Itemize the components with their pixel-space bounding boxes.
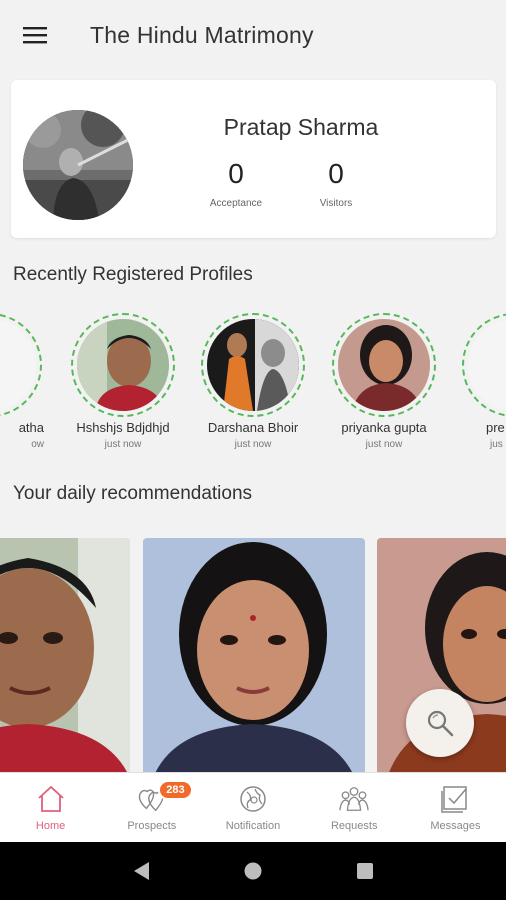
recommendation-card[interactable]	[0, 538, 130, 772]
recommendation-card[interactable]	[143, 538, 365, 772]
acceptance-count: 0	[228, 158, 244, 189]
nav-prospects[interactable]: 283 Prospects	[101, 773, 202, 842]
nav-prospects-label: Prospects	[127, 819, 177, 832]
nav-home-label: Home	[35, 819, 66, 832]
recent-profile-name: priyanka gupta	[341, 420, 427, 435]
recents-button[interactable]	[353, 859, 377, 883]
menu-button[interactable]	[0, 0, 70, 70]
app-title: The Hindu Matrimony	[90, 21, 314, 48]
daily-recommendations-heading: Your daily recommendations	[13, 483, 253, 504]
profile-ring	[71, 313, 175, 417]
profile-photo	[468, 319, 506, 411]
profile-name: Pratap Sharma	[223, 114, 379, 140]
nav-requests[interactable]: Requests	[304, 773, 405, 842]
recent-profile-item[interactable]: priyanka gupta just now	[324, 313, 444, 450]
recent-profiles-heading: Recently Registered Profiles	[13, 264, 253, 285]
recent-profile-item[interactable]: Hshshjs Bdjdhjd just now	[63, 313, 183, 450]
recent-profile-name: Darshana Bhoir	[207, 420, 299, 435]
recent-profile-time: just now	[104, 439, 142, 450]
visitors-label: Visitors	[319, 198, 353, 209]
profile-photo	[0, 319, 36, 411]
back-button[interactable]	[129, 859, 153, 883]
profile-ring	[201, 313, 305, 417]
nav-notification[interactable]: Notification	[202, 773, 303, 842]
nav-requests-label: Requests	[330, 819, 378, 832]
profile-ring	[0, 313, 42, 417]
recent-profiles-carousel[interactable]: atha ow Hshshjs Bdjdhjd just now Darshan…	[0, 313, 506, 463]
profile-ring	[462, 313, 506, 417]
back-triangle-icon	[134, 862, 149, 880]
visitors-stat[interactable]: 0 Visitors	[291, 158, 381, 209]
app-screen: The Hindu Matrimony Pratap Sharma 0 Acce…	[0, 0, 506, 900]
nav-messages-label: Messages	[430, 819, 481, 832]
home-icon	[36, 784, 66, 814]
top-app-bar: The Hindu Matrimony	[0, 0, 506, 70]
profile-ring	[332, 313, 436, 417]
recent-profile-item[interactable]: atha ow	[0, 313, 50, 450]
recent-profile-name: Hshshjs Bdjdhjd	[76, 420, 170, 435]
recent-profile-name: atha	[18, 420, 44, 435]
search-fab[interactable]	[406, 689, 474, 757]
globe-icon	[238, 784, 268, 814]
people-icon	[339, 784, 369, 814]
recent-profile-name: pre	[486, 420, 505, 435]
visitors-count: 0	[328, 158, 344, 189]
home-circle-icon	[244, 862, 262, 880]
recent-profile-time: jus	[490, 439, 503, 450]
recent-profile-item[interactable]: pre jus	[454, 313, 506, 450]
profile-avatar[interactable]	[23, 110, 133, 220]
hamburger-menu-icon	[23, 27, 47, 44]
nav-home[interactable]: Home	[0, 773, 101, 842]
nav-messages[interactable]: Messages	[405, 773, 506, 842]
recents-square-icon	[357, 863, 373, 879]
recent-profile-time: just now	[234, 439, 272, 450]
recent-profile-time: just now	[365, 439, 403, 450]
acceptance-label: Acceptance	[209, 198, 263, 209]
recent-profile-time: ow	[31, 439, 44, 450]
bottom-navigation: Home 283 Prospects Notification Requests…	[0, 772, 506, 842]
recent-profile-item[interactable]: Darshana Bhoir just now	[193, 313, 313, 450]
message-icon	[440, 784, 470, 814]
prospects-badge: 283	[158, 780, 193, 800]
profile-photo	[207, 319, 299, 411]
search-icon	[427, 710, 454, 737]
profile-card[interactable]: Pratap Sharma 0 Acceptance 0 Visitors	[11, 80, 496, 238]
nav-notification-label: Notification	[225, 819, 281, 832]
profile-photo	[338, 319, 430, 411]
acceptance-stat[interactable]: 0 Acceptance	[191, 158, 281, 209]
profile-photo	[77, 319, 169, 411]
home-system-button[interactable]	[241, 859, 265, 883]
system-navigation-bar	[0, 842, 506, 900]
